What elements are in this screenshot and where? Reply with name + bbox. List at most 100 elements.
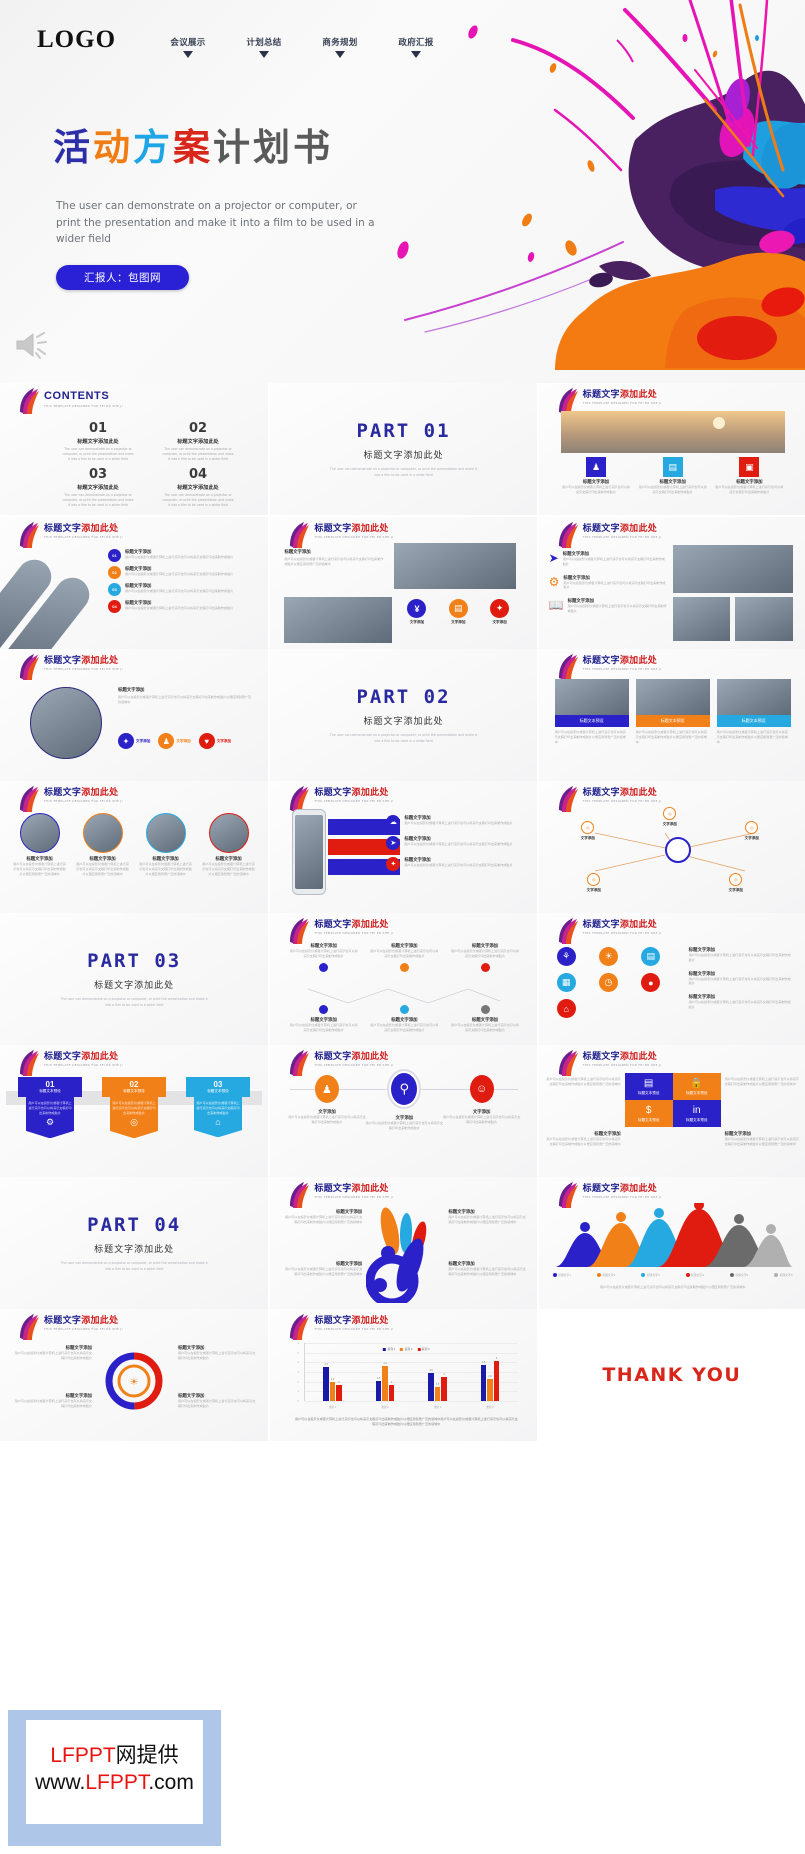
slide-thumb-icon-grid[interactable]: 标题文字添加此处 THIS TEMPLATE DESIGNED FOR FEI … — [536, 913, 805, 1045]
nav-item-1[interactable]: 计划总结 — [226, 36, 302, 58]
quad-cell-1[interactable]: 🔒 标题文本预设 — [672, 1073, 721, 1100]
slide-thumb-avatars[interactable]: 标题文字添加此处 THIS TEMPLATE DESIGNED FOR FEI … — [0, 781, 269, 913]
avatar — [19, 813, 60, 853]
contents-item-2[interactable]: 03 标题文字添加此处 The user can demonstrate on … — [48, 467, 148, 507]
circle-item-1[interactable]: ⚲ 文字添加 用户可以在投影仪或者计算机上进行演示也可以将演示文稿打印出来制作成… — [366, 1071, 443, 1131]
part-divider: PART 01 标题文字添加此处 The user can demonstrat… — [270, 383, 536, 515]
ribbon-0[interactable]: 01 标题文本预设 用户可以在投影仪或者计算机上进行演示也可以将演示文稿打印出来… — [18, 1077, 82, 1139]
ribbon-1[interactable]: 02 标题文本预设 用户可以在投影仪或者计算机上进行演示也可以将演示文稿打印出来… — [102, 1077, 166, 1139]
ribbon-2[interactable]: 03 标题文本预设 用户可以在投影仪或者计算机上进行演示也可以将演示文稿打印出来… — [186, 1077, 250, 1138]
watermark-line-2: www.LFPPT.com — [35, 1771, 194, 1794]
list-item[interactable]: 标题文字添加 用户可以在投影仪或者计算机上进行演示也可以将演示文稿打印出来制作成胶… — [689, 971, 793, 987]
node-2[interactable]: ◎ 文字添加 — [745, 821, 759, 841]
slide-thumb-ribbon-banners[interactable]: 标题文字添加此处 THIS TEMPLATE DESIGNED FOR FEI … — [0, 1045, 269, 1177]
quad-cell-0[interactable]: ▤ 标题文本预设 — [624, 1073, 673, 1100]
list-item[interactable]: 02 标题文字添加 用户可以在投影仪或者计算机上进行演示也可以将演示文稿打印出来制… — [108, 566, 258, 579]
photo-card-0[interactable]: 标题文本预设 用户可以在投影仪或者计算机上进行演示也可以将演示文稿打印出来制作成… — [554, 679, 629, 744]
quad-cell-3[interactable]: in 标题文本预设 — [672, 1100, 721, 1127]
slide-thumb-phone-mockup[interactable]: 标题文字添加此处 THIS TEMPLATE DESIGNED FOR FEI … — [268, 781, 537, 913]
chat-icon[interactable]: ● — [641, 973, 661, 992]
node-0[interactable]: ◎ 文字添加 — [581, 821, 595, 841]
avatar-card-2[interactable]: 标题文字添加 用户可以在投影仪或者计算机上进行演示也可以将演示文稿打印出来制作成… — [138, 813, 193, 876]
brush-mark-icon — [290, 1050, 310, 1076]
monitor-icon[interactable]: ▤ — [641, 947, 661, 966]
slide-title: 标题文字添加此处 — [582, 656, 658, 666]
icon-item-2[interactable]: ♥ 文字添加 — [198, 733, 231, 749]
slide-thumb-part-01[interactable]: PART 01 标题文字添加此处 The user can demonstrat… — [268, 383, 537, 515]
nav-item-3[interactable]: 政府汇报 — [378, 36, 454, 58]
logo[interactable]: LOGO — [37, 26, 116, 54]
slide-thumb-bar-chart[interactable]: 标题文字添加此处 THIS TEMPLATE DESIGNED FOR FEI … — [268, 1309, 537, 1441]
photo-card-1[interactable]: 标题文本预设 用户可以在投影仪或者计算机上进行演示也可以将演示文稿打印出来制作成… — [635, 679, 710, 744]
list-item[interactable]: 04 标题文字添加 用户可以在投影仪或者计算机上进行演示也可以将演示文稿打印出来制… — [108, 600, 258, 613]
node-4[interactable]: ◎ 文字添加 — [729, 873, 743, 893]
slide-thumb-three-circles[interactable]: 标题文字添加此处 THIS TEMPLATE DESIGNED FOR FEI … — [268, 1045, 537, 1177]
nav-item-0[interactable]: 会议展示 — [150, 36, 226, 58]
circle-item-2[interactable]: ☺ 文字添加 用户可以在投影仪或者计算机上进行演示也可以将演示文稿打印出来制作成… — [443, 1075, 520, 1131]
timeline-item-1[interactable]: 标题文字添加 用户可以在投影仪或者计算机上进行演示也可以将演示文稿打印出来制作成胶… — [369, 943, 440, 972]
list-item[interactable]: ➤ 标题文字添加 用户可以在投影仪或者计算机上进行演示也可以将演示文稿打印出来制作… — [549, 551, 667, 567]
icon-card-1[interactable]: ▤ 标题文字添加 用户可以在投影仪或者计算机上进行演示也可以将演示文稿打印出来制… — [637, 457, 708, 495]
presenter-button[interactable]: 汇报人：包图网 — [56, 265, 189, 290]
list-item[interactable]: ☁ 标题文字添加 用户可以在投影仪或者计算机上进行演示也可以将演示文稿打印出来制作… — [386, 815, 522, 829]
icon-item-0[interactable]: ¥ 文字添加 — [400, 599, 433, 625]
icon-item-1[interactable]: ♟ 文字添加 — [158, 733, 191, 749]
grid-icon[interactable]: ▦ — [556, 973, 576, 992]
contents-item-0[interactable]: 01 标题文字添加此处 The user can demonstrate on … — [48, 421, 148, 461]
slide-thumb-quad-grid[interactable]: 标题文字添加此处 THIS TEMPLATE DESIGNED FOR FEI … — [536, 1045, 805, 1177]
nav-item-2[interactable]: 商务规划 — [302, 36, 378, 58]
list-item[interactable]: 📖 标题文字添加 用户可以在投影仪或者计算机上进行演示也可以将演示文稿打印出来制作… — [549, 598, 667, 614]
slide-thumb-circle-photo[interactable]: 标题文字添加此处 THIS TEMPLATE DESIGNED FOR FEI … — [0, 649, 269, 781]
timeline-item-4[interactable]: 标题文字添加 用户可以在投影仪或者计算机上进行演示也可以将演示文稿打印出来制作成胶… — [369, 1005, 440, 1033]
slide-thumb-contents[interactable]: CONTENTS THIS TEMPLATE DESIGNED FOR FEI … — [0, 383, 269, 515]
slide-thumb-photo-collage[interactable]: 标题文字添加此处 THIS TEMPLATE DESIGNED FOR FEI … — [536, 517, 805, 649]
node-1[interactable]: ◎ 文字添加 — [663, 807, 677, 827]
gear-icon: ⚙ — [548, 574, 560, 589]
bulb-icon[interactable]: ☀ — [598, 947, 618, 966]
slide-thumb-spiral-petals[interactable]: 标题文字添加此处 THIS TEMPLATE DESIGNED FOR FEI … — [268, 1177, 537, 1309]
photo-card-2[interactable]: 标题文本预设 用户可以在投影仪或者计算机上进行演示也可以将演示文稿打印出来制作成… — [716, 679, 791, 744]
timeline-item-2[interactable]: 标题文字添加 用户可以在投影仪或者计算机上进行演示也可以将演示文稿打印出来制作成胶… — [450, 943, 521, 972]
avatar-card-3[interactable]: 标题文字添加 用户可以在投影仪或者计算机上进行演示也可以将演示文稿打印出来制作成… — [201, 813, 256, 876]
slide-thumb-part-03[interactable]: PART 03 标题文字添加此处 The user can demonstrat… — [0, 913, 269, 1045]
contents-item-3[interactable]: 04 标题文字添加此处 The user can demonstrate on … — [148, 467, 248, 507]
leaf-icon[interactable]: ⚘ — [556, 947, 576, 966]
list-item[interactable]: ✦ 标题文字添加 用户可以在投影仪或者计算机上进行演示也可以将演示文稿打印出来制作… — [386, 857, 522, 871]
timeline-item-5[interactable]: 标题文字添加 用户可以在投影仪或者计算机上进行演示也可以将演示文稿打印出来制作成胶… — [450, 1005, 521, 1033]
node-3[interactable]: ◎ 文字添加 — [587, 873, 601, 893]
slide-thumb-thank-you[interactable]: THANK YOU — [536, 1309, 805, 1441]
slide-thumb-part-04[interactable]: PART 04 标题文字添加此处 The user can demonstrat… — [0, 1177, 269, 1309]
slide-thumb-diagonal-list[interactable]: 标题文字添加此处 THIS TEMPLATE DESIGNED FOR FEI … — [0, 517, 269, 649]
list-item[interactable]: 01 标题文字添加 用户可以在投影仪或者计算机上进行演示也可以将演示文稿打印出来制… — [108, 549, 258, 562]
icon-card-0[interactable]: ♟ 标题文字添加 用户可以在投影仪或者计算机上进行演示也可以将演示文稿打印出来制… — [561, 457, 632, 495]
speaker-icon[interactable] — [14, 330, 50, 360]
slide-thumb-part-02[interactable]: PART 02 标题文字添加此处 The user can demonstrat… — [268, 649, 537, 781]
part-desc: The user can demonstrate on a projector … — [329, 467, 478, 477]
circle-item-0[interactable]: ♟ 文字添加 用户可以在投影仪或者计算机上进行演示也可以将演示文稿打印出来制作成… — [288, 1075, 366, 1131]
quad-cell-2[interactable]: $ 标题文本预设 — [624, 1100, 673, 1127]
slide-thumb-donut-chart[interactable]: 标题文字添加此处 THIS TEMPLATE DESIGNED FOR FEI … — [0, 1309, 269, 1441]
slide-thumb-three-photo-cards[interactable]: 标题文字添加此处 THIS TEMPLATE DESIGNED FOR FEI … — [536, 649, 805, 781]
slide-thumb-city-cards[interactable]: 标题文字添加此处 THIS TEMPLATE DESIGNED FOR FEI … — [536, 383, 805, 515]
item-desc: 用户可以在投影仪或者计算机上进行演示也可以将演示文稿打印出来制作成胶片 — [450, 1023, 520, 1032]
slide-thumb-hub-diagram[interactable]: 标题文字添加此处 THIS TEMPLATE DESIGNED FOR FEI … — [536, 781, 805, 913]
list-item[interactable]: 标题文字添加 用户可以在投影仪或者计算机上进行演示也可以将演示文稿打印出来制作成胶… — [689, 947, 793, 963]
list-item[interactable]: 03 标题文字添加 用户可以在投影仪或者计算机上进行演示也可以将演示文稿打印出来制… — [108, 583, 258, 596]
timeline-item-3[interactable]: 标题文字添加 用户可以在投影仪或者计算机上进行演示也可以将演示文稿打印出来制作成胶… — [288, 1005, 359, 1033]
slide-thumb-mountain-chart[interactable]: 标题文字添加此处 THIS TEMPLATE DESIGNED FOR FEI … — [536, 1177, 805, 1309]
list-item[interactable]: ⚙ 标题文字添加 用户可以在投影仪或者计算机上进行演示也可以将演示文稿打印出来制作… — [549, 575, 667, 591]
slide-thumb-timeline-dots[interactable]: 标题文字添加此处 THIS TEMPLATE DESIGNED FOR FEI … — [268, 913, 537, 1045]
icon-item-0[interactable]: ✦ 文字添加 — [118, 733, 150, 749]
list-item[interactable]: ➤ 标题文字添加 用户可以在投影仪或者计算机上进行演示也可以将演示文稿打印出来制作… — [386, 836, 522, 850]
contents-item-1[interactable]: 02 标题文字添加此处 The user can demonstrate on … — [148, 421, 248, 461]
icon-card-2[interactable]: ▣ 标题文字添加 用户可以在投影仪或者计算机上进行演示也可以将演示文稿打印出来制… — [714, 457, 785, 495]
home-icon[interactable]: ⌂ — [556, 999, 576, 1018]
avatar-card-1[interactable]: 标题文字添加 用户可以在投影仪或者计算机上进行演示也可以将演示文稿打印出来制作成… — [75, 813, 130, 876]
clock-icon[interactable]: ◷ — [598, 973, 618, 992]
icon-item-1[interactable]: ▤ 文字添加 — [442, 599, 475, 625]
icon-item-2[interactable]: ✦ 文字添加 — [483, 599, 516, 625]
avatar-card-0[interactable]: 标题文字添加 用户可以在投影仪或者计算机上进行演示也可以将演示文稿打印出来制作成… — [12, 813, 67, 876]
timeline-item-0[interactable]: 标题文字添加 用户可以在投影仪或者计算机上进行演示也可以将演示文稿打印出来制作成胶… — [288, 943, 359, 972]
list-item[interactable]: 标题文字添加 用户可以在投影仪或者计算机上进行演示也可以将演示文稿打印出来制作成胶… — [689, 994, 793, 1010]
slide-thumb-laptop-icons[interactable]: 标题文字添加此处 THIS TEMPLATE DESIGNED FOR FEI … — [268, 517, 537, 649]
